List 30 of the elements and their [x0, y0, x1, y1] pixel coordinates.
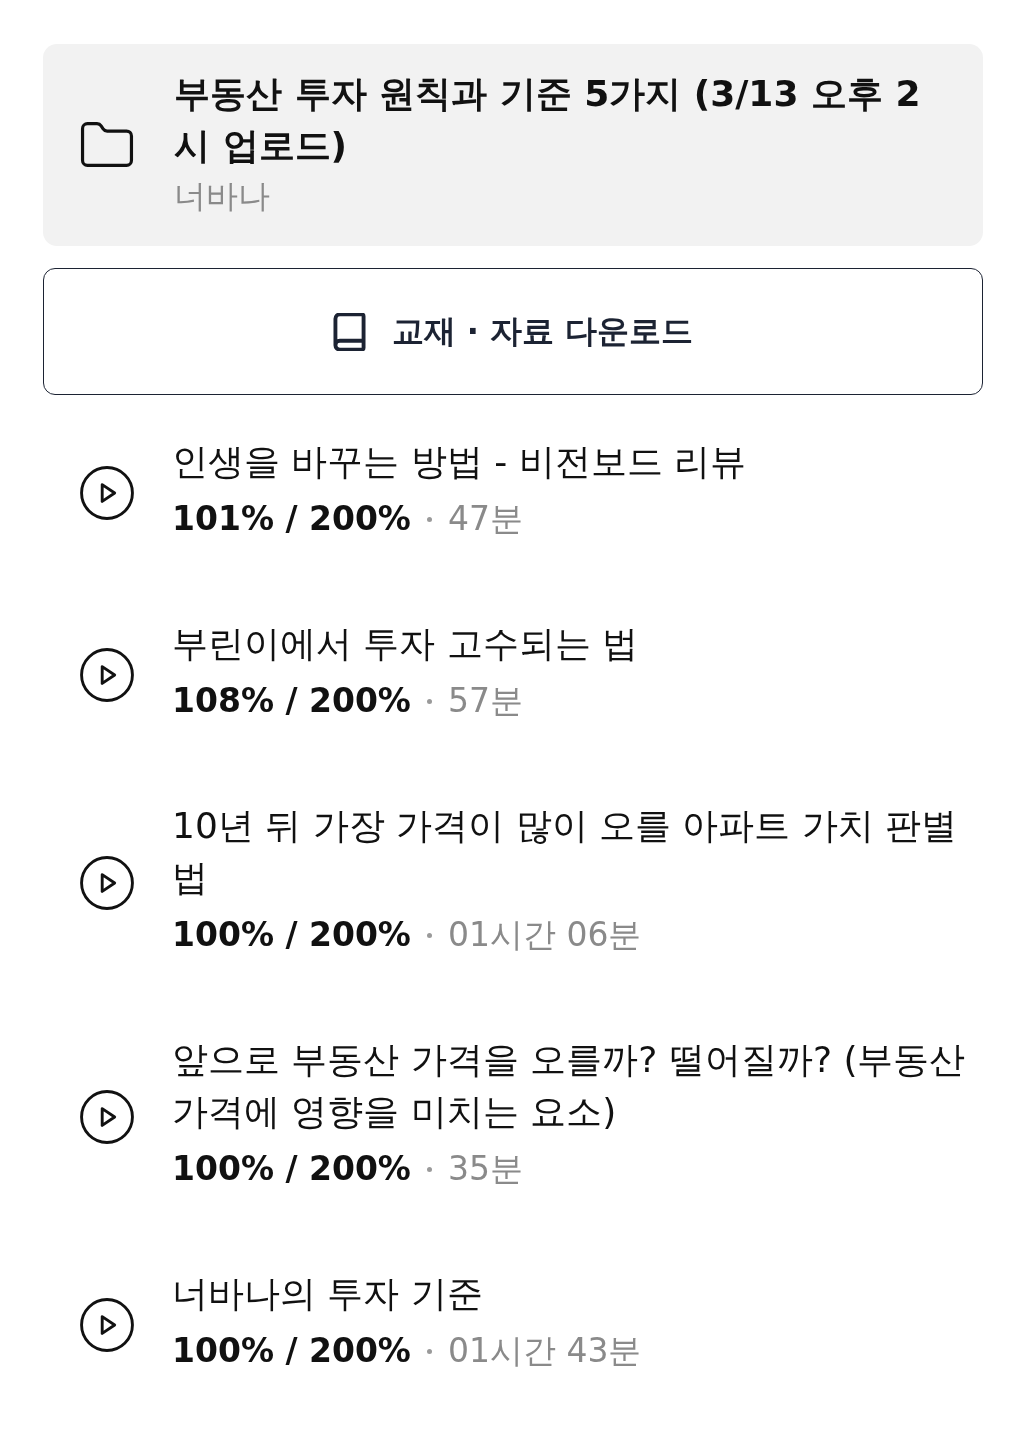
download-button[interactable]: 교재 · 자료 다운로드 — [43, 268, 983, 395]
separator-dot-icon — [426, 1166, 432, 1172]
lecture-title[interactable]: 앞으로 부동산 가격을 오를까? 떨어질까? (부동산 가격에 영향을 미치는 요소) — [172, 1034, 983, 1138]
duration-text: 47분 — [447, 498, 523, 540]
play-icon[interactable] — [80, 1298, 134, 1352]
separator-dot-icon — [426, 516, 432, 522]
play-icon[interactable] — [80, 856, 134, 910]
progress-text: 100% / 200% — [172, 914, 411, 956]
lecture-title[interactable]: 인생을 바꾸는 방법 - 비전보드 리뷰 — [172, 436, 983, 488]
separator-dot-icon — [426, 1348, 432, 1354]
duration-text: 35분 — [447, 1148, 523, 1190]
separator-dot-icon — [426, 698, 432, 704]
progress-text: 101% / 200% — [172, 498, 411, 540]
progress-text: 100% / 200% — [172, 1330, 411, 1372]
duration-text: 01시간 06분 — [447, 914, 642, 956]
progress-text: 100% / 200% — [172, 1148, 411, 1190]
separator-dot-icon — [426, 932, 432, 938]
folder-title: 부동산 투자 원칙과 기준 5가지 (3/13 오후 2시 업로드) — [174, 72, 922, 168]
duration-text: 01시간 43분 — [447, 1330, 642, 1372]
book-icon — [332, 312, 366, 351]
progress-text: 108% / 200% — [172, 680, 411, 722]
play-icon[interactable] — [80, 1090, 134, 1144]
play-icon[interactable] — [80, 466, 134, 520]
lecture-title[interactable]: 너바나의 투자 기준 — [172, 1268, 983, 1320]
lecture-title[interactable]: 부린이에서 투자 고수되는 법 — [172, 618, 983, 670]
duration-text: 57분 — [447, 680, 523, 722]
play-icon[interactable] — [80, 648, 134, 702]
folder-icon — [80, 121, 134, 167]
lecture-title[interactable]: 10년 뒤 가장 가격이 많이 오를 아파트 가치 판별법 — [172, 800, 983, 904]
author-name: 너바나 — [174, 176, 271, 217]
